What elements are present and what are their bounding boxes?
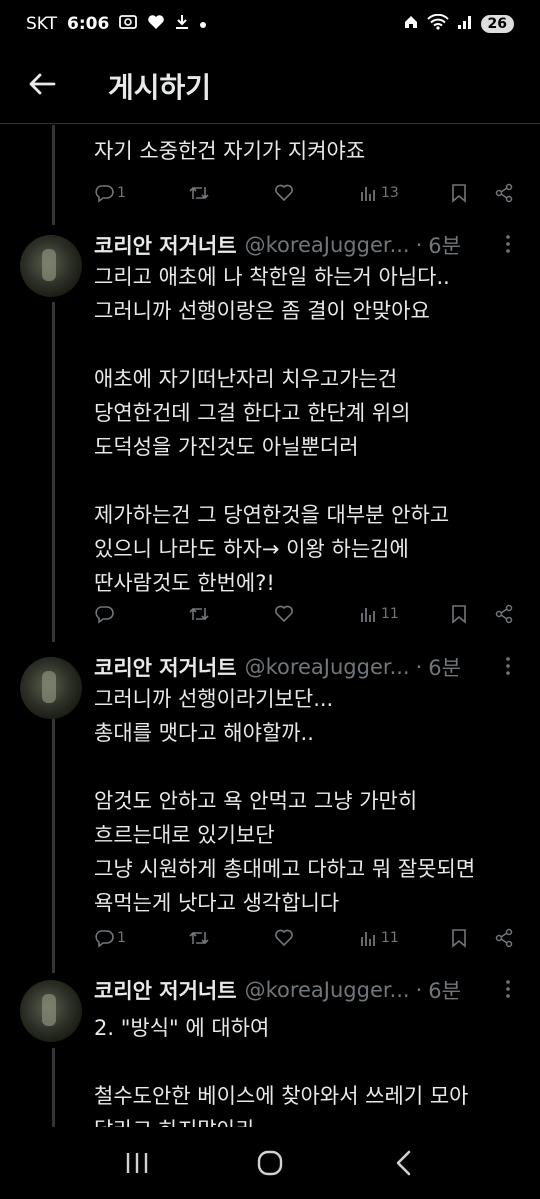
back-nav-button[interactable] xyxy=(383,1143,423,1183)
tweet-item[interactable]: 코리안 저거너트 @koreaJugger... · 6분 2. "방식" 에 … xyxy=(0,975,540,1130)
tweet-actions: 11 xyxy=(94,600,514,628)
tweet-header: 코리안 저거너트 @koreaJugger... · 6분 xyxy=(94,652,461,682)
bookmark-icon xyxy=(452,929,466,948)
views-button[interactable]: 11 xyxy=(360,604,399,624)
tweet-actions: 1 13 xyxy=(94,179,514,207)
tweet-text: 2. "방식" 에 대하여 철수도안한 베이스에 찾아와서 쓰레기 모아 달라고… xyxy=(94,1016,469,1130)
signal-icon xyxy=(457,14,473,35)
back-button[interactable] xyxy=(22,66,62,106)
home-circle-icon xyxy=(257,1150,283,1176)
chevron-left-icon xyxy=(397,1150,411,1176)
tweet-text: 자기 소중한건 자기가 지켜야죠 xyxy=(94,139,366,163)
author-handle[interactable]: @koreaJugger... xyxy=(245,978,410,1002)
page-title: 게시하기 xyxy=(108,70,212,104)
carrier-label: SKT xyxy=(26,14,58,34)
retweet-button[interactable] xyxy=(188,604,210,624)
timestamp: 6분 xyxy=(428,979,461,1003)
view-count: 13 xyxy=(381,185,399,201)
bookmark-button[interactable] xyxy=(450,604,468,624)
views-bar-chart-icon xyxy=(361,608,375,622)
bookmark-icon xyxy=(452,605,466,624)
tweet-actions: 1 11 xyxy=(94,924,514,952)
heart-icon xyxy=(275,929,293,947)
author-name[interactable]: 코리안 저거너트 xyxy=(94,230,237,260)
views-button[interactable]: 11 xyxy=(360,928,399,948)
recent-apps-icon xyxy=(126,1153,147,1173)
reply-button[interactable] xyxy=(94,604,117,624)
screenshot-icon xyxy=(119,14,138,35)
author-handle[interactable]: @koreaJugger... xyxy=(245,655,410,679)
view-count: 11 xyxy=(381,930,399,946)
avatar[interactable] xyxy=(20,657,82,719)
tweet-text: 그러니까 선행이라기보단... 총대를 맷다고 해야할까.. 암것도 안하고 욕… xyxy=(94,687,476,915)
tweet-header: 코리안 저거너트 @koreaJugger... · 6분 xyxy=(94,975,461,1005)
author-name[interactable]: 코리안 저거너트 xyxy=(94,652,237,682)
heart-icon xyxy=(275,605,293,623)
like-button[interactable] xyxy=(274,928,294,948)
bookmark-icon xyxy=(452,184,466,203)
system-nav-bar xyxy=(0,1127,540,1199)
reply-bubble-icon xyxy=(95,185,114,203)
timestamp: 6분 xyxy=(428,234,461,258)
heart-status-icon xyxy=(147,14,165,35)
reply-button[interactable]: 1 xyxy=(94,183,126,203)
clock: 6:06 xyxy=(67,14,110,34)
arrow-left-icon xyxy=(28,72,56,100)
retweet-icon xyxy=(189,186,209,200)
avatar[interactable] xyxy=(20,980,82,1042)
author-handle[interactable]: @koreaJugger... xyxy=(245,233,410,257)
recent-apps-button[interactable] xyxy=(117,1143,157,1183)
views-bar-chart-icon xyxy=(361,187,375,201)
reply-bubble-icon xyxy=(95,930,114,948)
tweet-item[interactable]: 자기 소중한건 자기가 지켜야죠 1 13 xyxy=(0,124,540,224)
reply-button[interactable]: 1 xyxy=(94,928,126,948)
like-button[interactable] xyxy=(274,604,294,624)
retweet-button[interactable] xyxy=(188,928,210,948)
bookmark-button[interactable] xyxy=(450,183,468,203)
share-icon xyxy=(495,604,513,624)
share-icon xyxy=(495,183,513,203)
battery-indicator: 26 xyxy=(480,15,514,33)
views-bar-chart-icon xyxy=(361,932,375,946)
avatar[interactable] xyxy=(20,235,82,297)
share-button[interactable] xyxy=(494,604,514,624)
author-name[interactable]: 코리안 저거너트 xyxy=(94,975,237,1005)
tweet-item[interactable]: 코리안 저거너트 @koreaJugger... · 6분 그리고 애초에 나 … xyxy=(0,230,540,630)
download-icon xyxy=(175,14,189,35)
share-button[interactable] xyxy=(494,183,514,203)
retweet-icon xyxy=(189,607,209,621)
bookmark-button[interactable] xyxy=(450,928,468,948)
more-dots-icon[interactable] xyxy=(498,234,518,254)
more-dots-icon[interactable] xyxy=(498,656,518,676)
status-bar: SKT 6:06 26 xyxy=(0,0,540,48)
reply-bubble-icon xyxy=(95,606,114,624)
tweet-item[interactable]: 코리안 저거너트 @koreaJugger... · 6분 그러니까 선행이라기… xyxy=(0,652,540,962)
view-count: 11 xyxy=(381,606,399,622)
home-status-icon xyxy=(403,14,419,35)
heart-icon xyxy=(275,184,293,202)
views-button[interactable]: 13 xyxy=(360,183,399,203)
app-header: 게시하기 xyxy=(0,48,540,124)
timestamp: 6분 xyxy=(428,656,461,680)
reply-count: 1 xyxy=(117,185,126,201)
retweet-button[interactable] xyxy=(188,183,210,203)
notification-dot-icon xyxy=(199,14,207,34)
share-button[interactable] xyxy=(494,928,514,948)
more-dots-icon[interactable] xyxy=(498,979,518,999)
separator-dot: · xyxy=(415,978,423,1002)
wifi-icon xyxy=(426,13,449,35)
retweet-icon xyxy=(189,931,209,945)
separator-dot: · xyxy=(415,655,423,679)
reply-count: 1 xyxy=(117,930,126,946)
like-button[interactable] xyxy=(274,183,294,203)
share-icon xyxy=(495,928,513,948)
separator-dot: · xyxy=(415,233,423,257)
home-button[interactable] xyxy=(250,1143,290,1183)
tweet-header: 코리안 저거너트 @koreaJugger... · 6분 xyxy=(94,230,461,260)
tweet-text: 그리고 애초에 나 착한일 하는거 아님다.. 그러니까 선행이랑은 좀 결이 … xyxy=(94,265,450,595)
